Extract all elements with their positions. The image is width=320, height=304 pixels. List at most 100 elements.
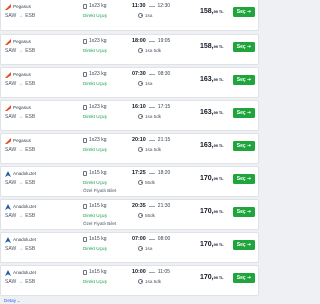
anadolujet-logo-icon	[5, 270, 11, 276]
baggage: 1x23 kg	[83, 71, 107, 78]
duration-text: 55dk	[145, 213, 155, 218]
baggage: 1x23 kg	[83, 104, 107, 111]
flight-card: Pegasus SAW → ESB 1x23 kg Direkt Uçuş 11…	[0, 0, 259, 31]
select-flight-button[interactable]: Seç ➔	[233, 75, 255, 85]
price-cents: 99 TL	[213, 111, 224, 115]
clock-icon	[138, 13, 143, 18]
duration: 1sa 5dk	[138, 278, 161, 285]
clock-icon	[138, 213, 143, 218]
route-from: SAW	[5, 147, 17, 153]
airline: AnadoluJet	[5, 236, 36, 244]
direct-flight-label: Direkt Uçuş	[83, 246, 107, 251]
select-flight-button[interactable]: Seç ➔	[233, 108, 255, 118]
direct-flight-label: Direkt Uçuş	[83, 48, 107, 53]
airline: AnadoluJet	[5, 269, 36, 277]
price-cents: 99 TL	[213, 210, 224, 214]
flight-times: 17:25 18:20	[132, 169, 170, 178]
airline: Pegasus	[5, 104, 31, 112]
price: 170,99 TL	[200, 270, 224, 283]
airline: Pegasus	[5, 38, 31, 46]
baggage-allowance: 1x15 kg	[89, 203, 107, 209]
airline: AnadoluJet	[5, 203, 36, 211]
price-main: 158,	[200, 8, 214, 15]
price: 170,99 TL	[200, 237, 224, 250]
route-to: ESB	[25, 114, 36, 120]
time-separator	[148, 173, 155, 174]
duration: 1sa 5dk	[138, 47, 161, 54]
route: SAW → ESB	[5, 12, 35, 20]
departure-time: 18:00	[132, 38, 146, 44]
select-flight-button[interactable]: Seç ➔	[233, 7, 255, 17]
luggage-icon	[83, 4, 87, 9]
flight-times: 18:00 19:05	[132, 37, 170, 46]
anadolujet-logo-icon	[5, 204, 11, 210]
flight-times: 07:00 08:00	[132, 235, 170, 244]
route-to: ESB	[25, 147, 36, 153]
select-flight-button[interactable]: Seç ➔	[233, 207, 255, 217]
arrival-time: 21:30	[157, 203, 171, 209]
route-to: ESB	[25, 81, 36, 87]
baggage-allowance: 1x15 kg	[89, 236, 107, 242]
baggage: 1x15 kg	[83, 203, 107, 210]
clock-icon	[138, 279, 143, 284]
clock-icon	[138, 246, 143, 251]
duration-text: 1sa 5dk	[145, 279, 162, 284]
flight-times: 07:30 08:30	[132, 70, 170, 79]
anadolujet-logo-icon	[5, 237, 11, 243]
route: SAW → ESB	[5, 47, 35, 55]
airline: AnadoluJet	[5, 170, 36, 178]
flight-card: Pegasus SAW → ESB 1x23 kg Direkt Uçuş 18…	[0, 34, 259, 65]
luggage-icon	[83, 39, 87, 44]
direct-flight-label: Direkt Uçuş	[83, 213, 107, 218]
flight-times: 11:30 12:30	[132, 2, 170, 11]
select-flight-button[interactable]: Seç ➔	[233, 141, 255, 151]
price-main: 163,	[200, 142, 214, 149]
direct-flight-label: Direkt Uçuş	[83, 81, 107, 86]
route-to: ESB	[25, 213, 36, 219]
flight-times: 20:35 21:30	[132, 202, 170, 211]
price-cents: 99 TL	[213, 10, 224, 14]
baggage: 1x15 kg	[83, 170, 107, 177]
duration-text: 1sa	[145, 246, 153, 251]
baggage-allowance: 1x23 kg	[89, 104, 107, 110]
select-flight-button[interactable]: Seç ➔	[233, 42, 255, 52]
select-flight-button[interactable]: Seç ➔	[233, 240, 255, 250]
arrow-right-icon: →	[18, 13, 24, 19]
direct-flight-label: Direkt Uçuş	[83, 13, 107, 18]
airline: Pegasus	[5, 137, 31, 145]
flight-times: 20:10 21:15	[132, 136, 170, 145]
airline-name: Pegasus	[13, 4, 31, 9]
price: 163,99 TL	[200, 105, 224, 118]
route: SAW → ESB	[5, 245, 35, 253]
baggage-allowance: 1x23 kg	[89, 137, 107, 143]
select-flight-button[interactable]: Seç ➔	[233, 273, 255, 283]
baggage: 1x23 kg	[83, 38, 107, 45]
route: SAW → ESB	[5, 113, 35, 121]
clock-icon	[138, 147, 143, 152]
airline-name: AnadoluJet	[13, 204, 36, 209]
departure-time: 07:00	[132, 236, 146, 242]
pegasus-logo-icon	[5, 39, 11, 45]
select-flight-button[interactable]: Seç ➔	[233, 174, 255, 184]
baggage: 1x15 kg	[83, 236, 107, 243]
clock-icon	[138, 48, 143, 53]
arrow-right-icon: →	[18, 114, 24, 120]
route-to: ESB	[25, 48, 36, 54]
luggage-icon	[83, 204, 87, 209]
duration-text: 55dk	[145, 180, 155, 185]
airline-name: AnadoluJet	[13, 237, 36, 242]
duration: 1sa 5dk	[138, 146, 161, 153]
details-link[interactable]: Detay⌄	[4, 297, 20, 304]
route: SAW → ESB	[5, 146, 35, 154]
flight-card: AnadoluJet SAW → ESB 1x15 kg Direkt Uçuş…	[0, 166, 259, 197]
airline-name: Pegasus	[13, 138, 31, 143]
arrival-time: 08:30	[157, 71, 171, 77]
airline: Pegasus	[5, 71, 31, 79]
price-cents: 99 TL	[213, 144, 224, 148]
time-separator	[148, 206, 155, 207]
price-main: 158,	[200, 43, 214, 50]
duration: 1sa	[138, 12, 152, 19]
departure-time: 10:00	[132, 269, 146, 275]
luggage-icon	[83, 270, 87, 275]
arrival-time: 12:30	[157, 3, 171, 9]
